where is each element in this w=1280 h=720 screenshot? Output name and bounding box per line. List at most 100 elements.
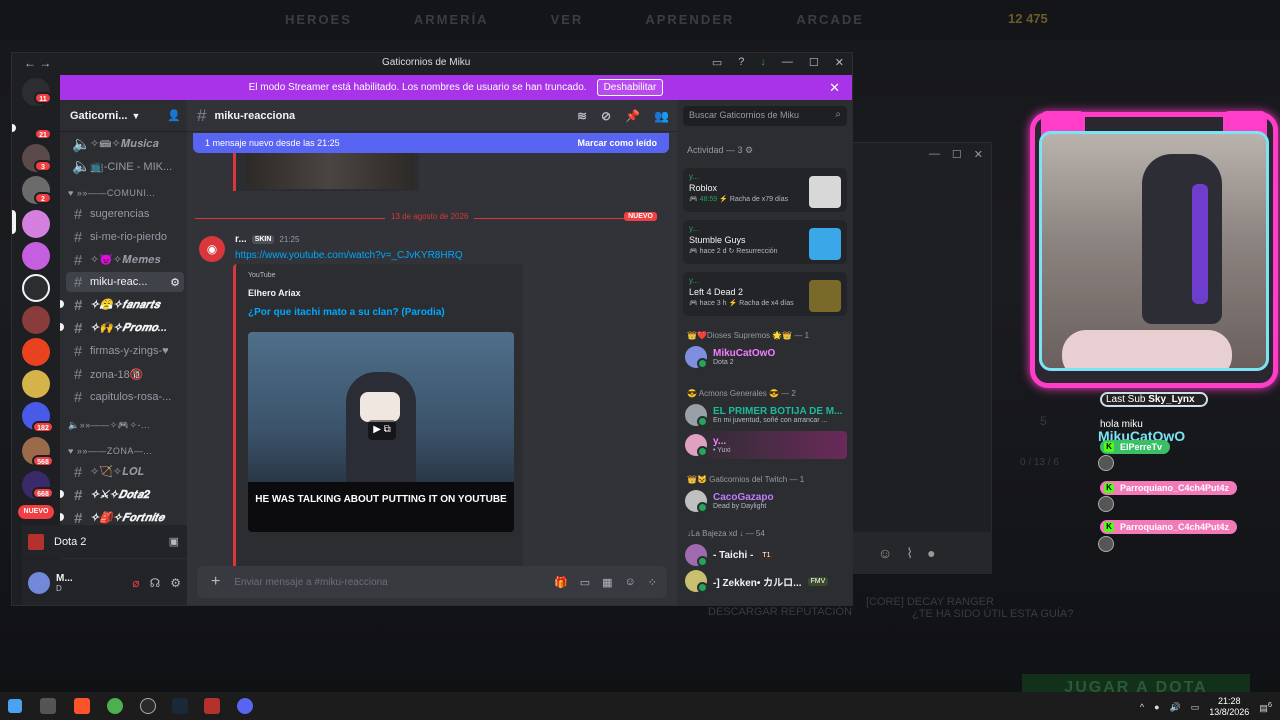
text-channel-active[interactable]: # miku-reac... ⚙ <box>66 272 184 292</box>
volume-icon[interactable]: 🔊 <box>1170 702 1181 713</box>
embed-provider[interactable]: YouTube <box>248 272 276 279</box>
member-item[interactable]: - Taichi - T1 <box>685 541 847 569</box>
obs-icon[interactable] <box>140 698 156 714</box>
member-item[interactable]: EL PRIMER BOTIJA DE M... En mi juventud, … <box>685 401 847 429</box>
member-item[interactable]: -] Zekken• カルロ... FMV <box>685 567 847 595</box>
attach-icon[interactable]: ⌇ <box>906 545 913 562</box>
notifications-muted-icon[interactable]: ⊘ <box>601 109 611 123</box>
game-nav-heroes[interactable]: HEROES <box>285 12 352 27</box>
gear-icon[interactable]: ⚙ <box>745 145 753 155</box>
headphones-icon[interactable]: ☊ <box>150 576 161 590</box>
mic-muted-icon[interactable]: ⌀ <box>132 576 139 590</box>
network-icon[interactable]: ▭ <box>1191 702 1200 713</box>
brave-icon[interactable] <box>74 698 90 714</box>
author-avatar[interactable]: ◉ <box>199 236 225 262</box>
screen-share-icon[interactable]: ▣ <box>169 535 179 548</box>
minimize-icon[interactable]: — <box>929 148 940 160</box>
server-icon-gaticornios[interactable] <box>22 210 50 238</box>
game-nav-armeria[interactable]: ARMERÍA <box>414 12 489 27</box>
video-thumbnail[interactable]: ▶ ⧉ HE WAS TALKING ABOUT PUTTING IT ON Y… <box>248 332 514 532</box>
notification-icon[interactable]: ▤6 <box>1259 700 1272 714</box>
server-icon[interactable] <box>22 338 50 366</box>
sticker-icon[interactable]: ▦ <box>602 576 612 589</box>
divider-date: 13 de agosto de 2026 <box>385 212 475 221</box>
embed-author[interactable]: Elhero Ariax <box>248 288 301 298</box>
text-channel[interactable]: # capitulos-rosa-... <box>66 387 184 407</box>
text-channel[interactable]: # si-me-rio-pierdo <box>66 227 184 247</box>
new-messages-bar[interactable]: 1 mensaje nuevo desde las 21:25 Marcar c… <box>193 133 669 153</box>
author-name[interactable]: r... <box>235 234 247 245</box>
gear-icon[interactable]: ⚙ <box>170 576 181 590</box>
gift-icon[interactable]: 🎁 <box>554 576 568 589</box>
play-icon[interactable]: ▶ ⧉ <box>368 420 396 440</box>
member-item[interactable]: MikuCatOwO Dota 2 <box>685 343 847 371</box>
add-user-icon[interactable]: 👤 <box>167 109 181 122</box>
task-view-icon[interactable] <box>40 698 56 714</box>
chevron-up-icon[interactable]: ^ <box>1140 702 1144 712</box>
maximize-icon[interactable]: ☐ <box>952 148 962 161</box>
gif-icon[interactable]: ▭ <box>580 576 590 589</box>
activity-panel[interactable]: Dota 2 ▣ <box>22 525 187 558</box>
add-attachment-icon[interactable]: + <box>211 573 220 591</box>
member-item[interactable]: CacoGazapo Dead by Daylight <box>685 487 847 515</box>
message-link[interactable]: https://www.youtube.com/watch?v=_CJvKYR8… <box>235 250 463 261</box>
windows-start-icon[interactable] <box>8 699 22 713</box>
member-item[interactable]: y... • Yuxi <box>685 431 847 459</box>
server-icon[interactable] <box>22 274 50 302</box>
embed-title[interactable]: ¿Por que itachi mato a su clan? (Parodia… <box>248 307 445 318</box>
game-nav-aprender[interactable]: APRENDER <box>645 12 734 27</box>
download-icon[interactable]: ↓ <box>760 56 766 69</box>
settings-icon[interactable]: ⚙ <box>170 276 184 289</box>
chrome-icon[interactable] <box>107 698 123 714</box>
text-channel[interactable]: # zona-18🔞 <box>66 364 184 384</box>
members-icon[interactable]: 👥 <box>654 109 669 123</box>
game-nav-arcade[interactable]: ARCADE <box>796 12 864 27</box>
mark-read-button[interactable]: Marcar como leído <box>577 138 657 148</box>
server-icon[interactable] <box>22 370 50 398</box>
search-input[interactable]: Buscar Gaticornios de Miku ⌕ <box>683 106 847 126</box>
activity-card[interactable]: y... Stumble Guys 🎮 hace 2 d ↻ Resurrecc… <box>683 220 847 264</box>
text-channel[interactable]: # ✧🙌✧𝑷𝒓𝒐𝒎𝒐... <box>66 318 184 338</box>
previous-embed-image[interactable] <box>233 153 419 191</box>
text-channel[interactable]: # firmas-y-zings-♥ <box>66 341 184 361</box>
dota-icon[interactable] <box>204 698 220 714</box>
channel-category[interactable]: ♥ »»——ZONA—... <box>68 446 152 456</box>
activity-card[interactable]: y... Roblox 🎮 48:59 ⚡ Racha de x79 días <box>683 168 847 212</box>
text-channel[interactable]: # ✧⚔✧𝑫𝒐𝒕𝒂𝟐 <box>66 485 184 505</box>
text-channel[interactable]: # ✧😈✧𝑴𝒆𝒎𝒆𝒔 <box>66 250 184 270</box>
channel-category[interactable]: 🔈»»——✧🎮✧-... <box>68 420 150 431</box>
disable-streamer-button[interactable]: Deshabilitar <box>596 79 664 96</box>
activity-card[interactable]: y... Left 4 Dead 2 🎮 hace 3 h ⚡ Racha de… <box>683 272 847 316</box>
voice-channel[interactable]: 🔈 📺-CINE - MIK... <box>66 156 184 176</box>
voice-channel[interactable]: 🔈 ✧📾✧𝑴𝒖𝒔𝒊𝒄𝒂 <box>66 134 184 154</box>
close-icon[interactable]: ✕ <box>835 56 844 69</box>
avatar[interactable] <box>28 572 50 594</box>
message-composer[interactable]: + Enviar mensaje a #miku-reacciona 🎁 ▭ ▦… <box>197 566 667 598</box>
mic-icon[interactable]: ● <box>927 545 935 561</box>
server-icon[interactable] <box>22 242 50 270</box>
server-header[interactable]: Gaticorni... ▼ 👤 <box>60 100 187 132</box>
close-icon[interactable]: ✕ <box>829 80 840 96</box>
maximize-icon[interactable]: ☐ <box>809 56 819 69</box>
mic-icon[interactable]: ● <box>1154 702 1159 712</box>
history-nav[interactable]: ← → <box>24 56 51 70</box>
text-channel[interactable]: # ✧🏹✧𝑳𝑶𝑳 <box>66 462 184 482</box>
clock[interactable]: 21:28 13/8/2026 <box>1209 696 1249 718</box>
steam-icon[interactable] <box>172 698 188 714</box>
emoji-icon[interactable]: ☺ <box>878 545 892 561</box>
discord-icon[interactable] <box>237 698 253 714</box>
threads-icon[interactable]: ≋ <box>577 109 587 123</box>
text-channel[interactable]: # sugerencias <box>66 204 184 224</box>
close-icon[interactable]: ✕ <box>974 148 983 161</box>
game-nav-ver[interactable]: VER <box>551 12 584 27</box>
minimize-icon[interactable]: — <box>782 56 793 69</box>
apps-icon[interactable]: ⁘ <box>648 576 657 589</box>
pin-icon[interactable]: 📌 <box>625 109 640 123</box>
server-icon[interactable] <box>22 306 50 334</box>
text-channel[interactable]: # ✧😤✧𝒇𝒂𝒏𝒂𝒓𝒕𝒔 <box>66 295 184 315</box>
emoji-icon[interactable]: ☺ <box>625 576 636 589</box>
help-icon[interactable]: ? <box>738 56 744 69</box>
hash-icon: # <box>73 273 83 291</box>
inbox-icon[interactable]: ▭ <box>712 56 722 69</box>
channel-category[interactable]: ♥ »»——COMUNI... <box>68 188 155 198</box>
